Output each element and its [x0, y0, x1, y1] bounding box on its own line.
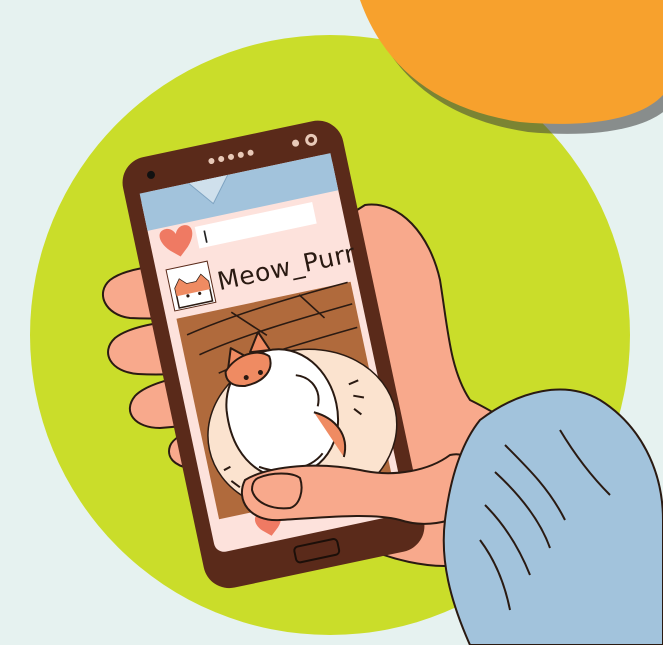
sleeve — [442, 388, 663, 645]
illustration: I Meow_Purr — [30, 0, 663, 645]
